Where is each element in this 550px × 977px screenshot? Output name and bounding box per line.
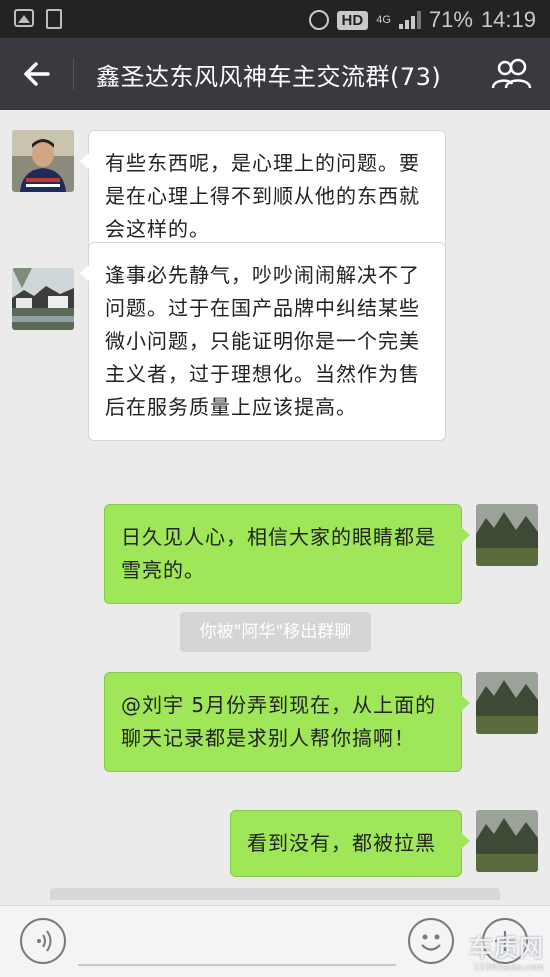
avatar-mountain-photo bbox=[476, 504, 538, 566]
clock: 14:19 bbox=[480, 7, 536, 32]
message-text: 日久见人心，相信大家的眼睛都是雪亮的。 bbox=[121, 525, 436, 582]
avatar-mountain-photo bbox=[476, 810, 538, 872]
system-notice-partial bbox=[50, 888, 500, 900]
avatar[interactable] bbox=[476, 672, 538, 734]
avatar-village-photo bbox=[12, 268, 74, 330]
emoji-icon bbox=[421, 934, 441, 951]
group-members-icon bbox=[491, 58, 532, 89]
voice-icon bbox=[37, 930, 52, 952]
avatar[interactable] bbox=[12, 130, 74, 192]
chat-title: 鑫圣达东风风神车主交流群(73) bbox=[96, 63, 442, 91]
message-bubble-outgoing[interactable]: @刘宇 5月份弄到现在，从上面的聊天记录都是求别人帮你搞啊！ bbox=[104, 672, 470, 772]
chat-header: 鑫圣达东风风神车主交流群(73) bbox=[0, 38, 550, 110]
avatar[interactable] bbox=[12, 268, 74, 330]
message-text: 看到没有，都被拉黑 bbox=[247, 831, 436, 855]
input-bar: 车质网 12365auto.com bbox=[0, 905, 550, 977]
network-type: 4G bbox=[376, 13, 391, 26]
avatar[interactable] bbox=[476, 810, 538, 872]
message-text: 逢事必先静气，吵吵闹闹解决不了问题。过于在国产品牌中纠结某些微小问题，只能证明你… bbox=[105, 263, 420, 419]
watermark-main: 车质网 bbox=[469, 934, 544, 962]
message-bubble-outgoing[interactable]: 看到没有，都被拉黑 bbox=[230, 810, 470, 877]
arrow-left-icon bbox=[24, 62, 50, 86]
back-button[interactable] bbox=[22, 56, 52, 92]
battery-percentage: 71% bbox=[428, 7, 473, 32]
message-text: @刘宇 5月份弄到现在，从上面的聊天记录都是求别人帮你搞啊！ bbox=[121, 693, 437, 750]
avatar-man-photo bbox=[12, 130, 74, 192]
message-text: 有些东西呢，是心理上的问题。要是在心理上得不到顺从他的东西就会这样的。 bbox=[105, 151, 420, 241]
avatar-mountain-photo bbox=[476, 672, 538, 734]
avatar[interactable] bbox=[476, 504, 538, 566]
group-members-button[interactable] bbox=[490, 58, 534, 90]
watermark: 车质网 12365auto.com bbox=[469, 928, 544, 973]
emoji-button[interactable] bbox=[408, 918, 454, 964]
message-bubble-incoming[interactable]: 逢事必先静气，吵吵闹闹解决不了问题。过于在国产品牌中纠结某些微小问题，只能证明你… bbox=[80, 242, 446, 441]
hd-badge: HD bbox=[336, 10, 369, 30]
watermark-sub: 12365auto.com bbox=[473, 963, 544, 973]
system-notice: 你被"阿华"移出群聊 bbox=[180, 612, 371, 652]
status-bar: HD 4G 71% 14:19 bbox=[0, 0, 550, 38]
recycle-notification-icon bbox=[46, 9, 62, 29]
header-divider bbox=[73, 58, 74, 90]
message-bubble-outgoing[interactable]: 日久见人心，相信大家的眼睛都是雪亮的。 bbox=[104, 504, 470, 604]
chat-message-list[interactable]: 有些东西呢，是心理上的问题。要是在心理上得不到顺从他的东西就会这样的。 逢事必先… bbox=[0, 110, 550, 900]
message-input[interactable] bbox=[78, 964, 396, 966]
gallery-notification-icon bbox=[14, 9, 34, 27]
alarm-icon bbox=[308, 10, 329, 30]
voice-button[interactable] bbox=[20, 918, 66, 964]
signal-icon bbox=[398, 11, 421, 29]
